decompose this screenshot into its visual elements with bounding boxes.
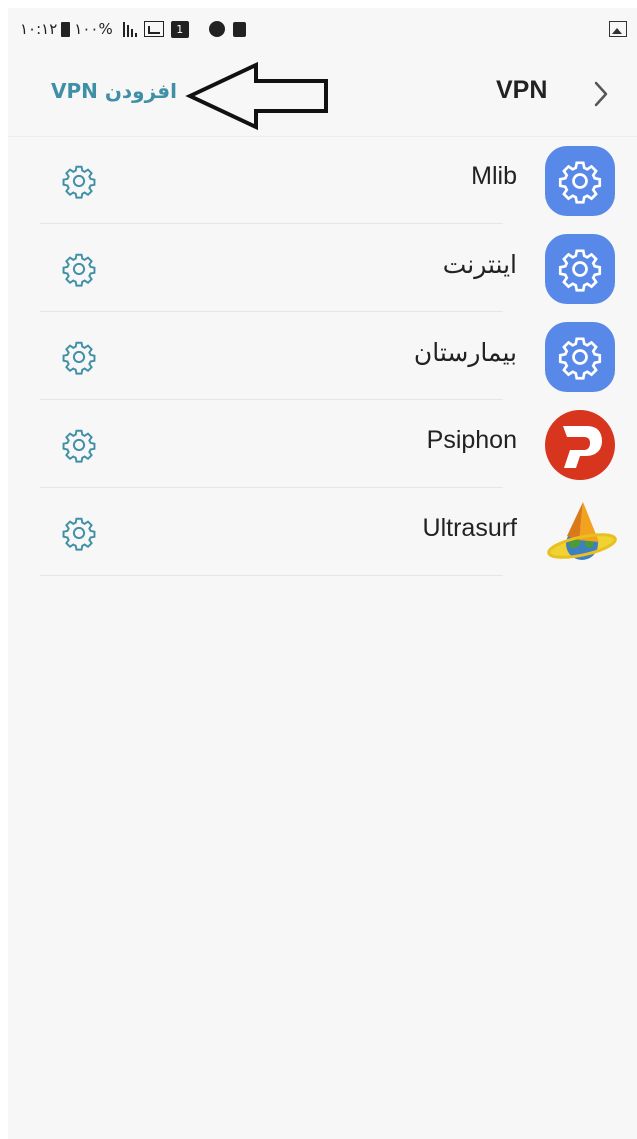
- divider: [40, 575, 503, 576]
- psiphon-icon: [545, 410, 615, 480]
- add-vpn-button[interactable]: افزودن VPN: [51, 79, 177, 103]
- list-item[interactable]: Psiphon: [0, 400, 637, 488]
- back-button[interactable]: [581, 72, 621, 116]
- signal-icon: [122, 21, 137, 37]
- gear-icon[interactable]: [61, 251, 97, 287]
- settings-gear-icon: [545, 146, 615, 216]
- annotation-arrow-icon: [185, 61, 328, 131]
- battery-icon: [61, 21, 71, 37]
- list-item[interactable]: اینترنت: [0, 224, 637, 312]
- image-notification-icon: [609, 21, 627, 37]
- gear-icon[interactable]: [61, 339, 97, 375]
- list-item[interactable]: بیمارستان: [0, 312, 637, 400]
- settings-gear-icon: [545, 234, 615, 304]
- vpn-name: اینترنت: [442, 251, 517, 279]
- vpn-name: Psiphon: [426, 426, 517, 454]
- battery-percent: ۱۰۰%: [74, 20, 113, 38]
- list-item[interactable]: Ultrasurf: [0, 488, 637, 576]
- clock: ۱۰:۱۲: [20, 20, 58, 38]
- gear-icon[interactable]: [61, 427, 97, 463]
- vpn-name: Mlib: [471, 162, 517, 190]
- app-bar: افزودن VPN VPN: [8, 52, 637, 137]
- status-left: ۱۰:۱۲ ۱۰۰% 1: [20, 20, 246, 38]
- vpn-name: Ultrasurf: [422, 514, 517, 542]
- gear-icon[interactable]: [61, 515, 97, 551]
- sim-icon: 1: [170, 20, 189, 38]
- alarm-icon: [208, 21, 225, 37]
- ultrasurf-icon: [545, 498, 617, 568]
- vpn-name: بیمارستان: [413, 339, 517, 367]
- signal-box-icon: [143, 21, 164, 37]
- gear-icon[interactable]: [61, 163, 97, 199]
- list-item[interactable]: Mlib: [0, 136, 637, 224]
- page-title: VPN: [496, 76, 548, 104]
- vpn-list: Mlib اینترنت بیمارستان Psiphon Ultrasurf: [0, 136, 637, 576]
- settings-gear-icon: [545, 322, 615, 392]
- lock-icon: [232, 21, 246, 37]
- status-bar: ۱۰:۱۲ ۱۰۰% 1: [8, 8, 637, 52]
- chevron-right-icon: [594, 81, 608, 107]
